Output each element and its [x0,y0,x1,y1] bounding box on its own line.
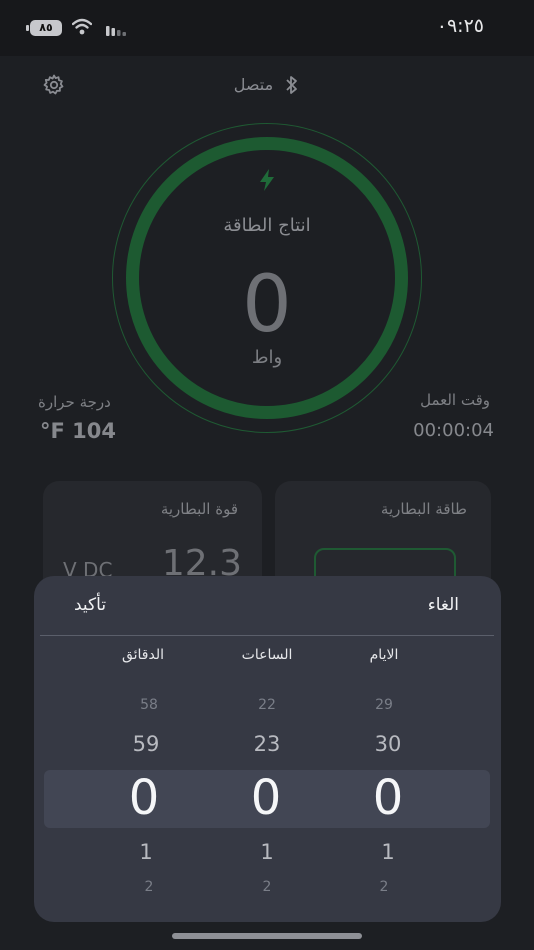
battery-voltage-title: قوة البطارية [160,500,238,518]
runtime-label: وقت العمل [420,391,490,409]
connection-status-label: متصل [233,75,274,94]
picker-option[interactable]: 58 [109,697,189,713]
picker-option[interactable]: 59 [106,732,186,756]
picker-option[interactable]: 2 [227,879,307,895]
battery-energy-title: طاقة البطارية [380,500,467,518]
picker-option[interactable]: 29 [344,697,424,713]
cancel-button[interactable]: الغاء [428,595,459,615]
wifi-icon [72,18,92,35]
cellular-signal-icon [106,26,126,36]
picker-option[interactable]: 2 [344,879,424,895]
sheet-divider [40,635,494,636]
picker-option[interactable]: 1 [227,840,307,864]
days-column-header: الايام [369,647,399,663]
home-indicator[interactable] [172,933,362,939]
picker-option[interactable]: 1 [348,840,428,864]
picker-option[interactable]: 23 [227,732,307,756]
temperature-value: °F 104 [40,419,116,443]
power-production-value: 0 [242,260,292,350]
picker-option[interactable]: 2 [109,879,189,895]
picker-option[interactable]: 30 [348,732,428,756]
battery-level: ٨٥ [39,21,53,34]
days-selected-value[interactable]: 0 [348,769,428,827]
connection-status: متصل [0,74,534,95]
power-production-unit: واط [251,347,283,368]
bluetooth-icon [286,75,298,94]
status-time: ٠٩:٢٥ [436,15,484,37]
hours-column-header: الساعات [241,647,293,663]
power-production-label: انتاج الطاقة [223,215,311,236]
confirm-button[interactable]: تأكيد [74,595,106,615]
temperature-label: درجة حرارة [38,393,111,411]
hours-selected-value[interactable]: 0 [226,769,306,827]
minutes-column-header: الدقائق [121,647,165,663]
battery-icon: ٨٥ [26,20,62,36]
time-picker-sheet: تأكيد الغاء الدقائق الساعات الايام 58 59… [34,576,501,922]
minutes-selected-value[interactable]: 0 [104,769,184,827]
lightning-bolt-icon [260,169,274,191]
picker-option[interactable]: 1 [106,840,186,864]
status-bar: ٨٥ ٠٩:٢٥ [0,0,534,56]
picker-option[interactable]: 22 [227,697,307,713]
runtime-value: 00:00:04 [413,420,494,441]
